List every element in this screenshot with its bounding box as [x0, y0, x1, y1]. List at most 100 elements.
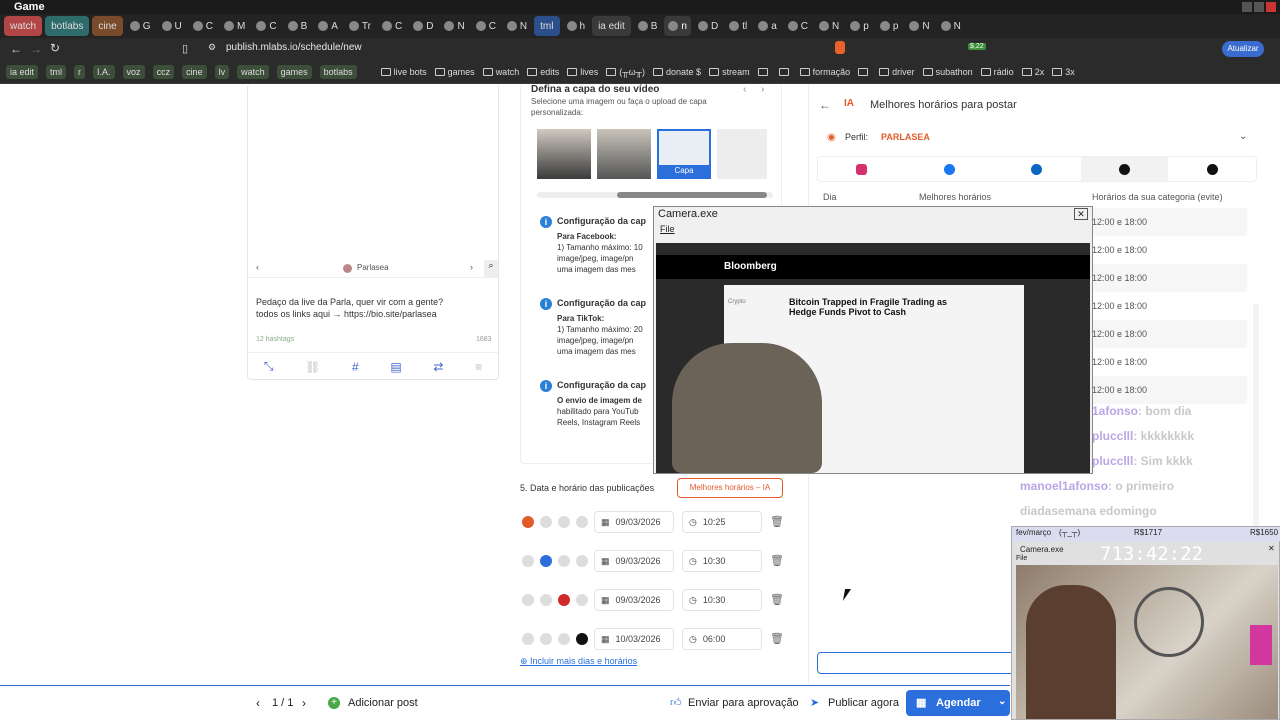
- network-toggle-icon[interactable]: [540, 594, 552, 606]
- bookmark-item[interactable]: edits: [527, 67, 559, 77]
- network-toggle-icon[interactable]: [540, 516, 552, 528]
- network-toggle-icon[interactable]: [540, 633, 552, 645]
- cover-scrollbar[interactable]: [537, 192, 773, 198]
- chevron-down-icon[interactable]: ⌄: [998, 696, 1006, 707]
- network-toggle-icon[interactable]: [522, 633, 534, 645]
- bookmark-item[interactable]: subathon: [922, 67, 973, 77]
- bookmark-item[interactable]: games: [276, 64, 312, 79]
- cover-prev-icon[interactable]: ‹: [743, 84, 746, 95]
- cover-thumbnail[interactable]: [717, 129, 767, 179]
- list-icon[interactable]: ≡: [475, 360, 482, 374]
- trash-icon[interactable]: 🗑︎: [770, 554, 784, 567]
- bookmark-item[interactable]: formação: [799, 67, 850, 77]
- date-field[interactable]: ▦ 09/03/2026: [594, 550, 674, 572]
- tab[interactable]: B: [634, 16, 662, 36]
- bookmark-item[interactable]: watch: [237, 64, 269, 79]
- bookmark-item[interactable]: watch: [482, 67, 519, 77]
- time-field[interactable]: ◷ 10:30: [682, 550, 762, 572]
- network-toggle-icon[interactable]: [576, 594, 588, 606]
- network-toggle-icon[interactable]: [522, 516, 534, 528]
- repeat-icon[interactable]: ⇄: [433, 360, 443, 374]
- tab[interactable]: N: [815, 16, 843, 36]
- tab[interactable]: N: [503, 16, 531, 36]
- bookmark-item[interactable]: rádio: [980, 67, 1014, 77]
- tab[interactable]: C: [784, 16, 812, 36]
- panel-input[interactable]: [817, 652, 1017, 674]
- tab[interactable]: tml: [534, 16, 560, 36]
- cover-thumbnail[interactable]: [537, 129, 591, 179]
- network-toggle-icon[interactable]: [576, 555, 588, 567]
- time-field[interactable]: ◷ 06:00: [682, 628, 762, 650]
- chevron-down-icon[interactable]: ⌄: [1239, 131, 1247, 142]
- tab[interactable]: C: [252, 16, 280, 36]
- date-field[interactable]: ▦ 09/03/2026: [594, 511, 674, 533]
- brave-shield-icon[interactable]: [835, 41, 845, 54]
- tab[interactable]: a: [754, 16, 781, 36]
- file-menu[interactable]: File: [660, 224, 675, 234]
- tab[interactable]: C: [189, 16, 217, 36]
- close-icon[interactable]: ✕: [1074, 208, 1088, 220]
- bookmark-item[interactable]: games: [434, 67, 475, 77]
- maximize-icon[interactable]: [1254, 2, 1264, 12]
- close-icon[interactable]: ✕: [1268, 544, 1275, 553]
- publish-now-button[interactable]: Publicar agora: [828, 697, 899, 709]
- tab[interactable]: G: [126, 16, 155, 36]
- tab[interactable]: N: [905, 16, 933, 36]
- network-toggle-icon[interactable]: [522, 594, 534, 606]
- file-menu[interactable]: File: [1016, 555, 1027, 562]
- tab-threads[interactable]: [1168, 157, 1256, 181]
- trash-icon[interactable]: 🗑︎: [770, 632, 784, 645]
- tab[interactable]: watch: [4, 16, 43, 36]
- add-more-dates-link[interactable]: ⊕ Incluir mais dias e horários: [520, 656, 637, 667]
- network-toggle-icon[interactable]: [558, 633, 570, 645]
- link-icon[interactable]: ⛓: [305, 360, 320, 374]
- bookmark-item[interactable]: stream: [709, 67, 750, 77]
- schedule-button[interactable]: ▦ Agendar ⌄: [906, 690, 1010, 716]
- add-post-button[interactable]: Adicionar post: [348, 697, 418, 709]
- bookmark-item[interactable]: driver: [879, 67, 915, 77]
- preview-prev-icon[interactable]: ‹: [256, 262, 259, 272]
- rewards-badge[interactable]: $,22: [968, 43, 986, 50]
- back-icon[interactable]: ←: [10, 42, 22, 56]
- tab[interactable]: A: [314, 16, 342, 36]
- bookmark-item[interactable]: lv: [214, 64, 230, 79]
- forward-icon[interactable]: →: [30, 42, 42, 56]
- collapse-icon[interactable]: ⤡: [264, 359, 274, 374]
- tab[interactable]: ia edit: [592, 16, 631, 36]
- tab[interactable]: N: [937, 16, 965, 36]
- time-field[interactable]: ◷ 10:30: [682, 589, 762, 611]
- tab-instagram[interactable]: [818, 157, 906, 181]
- document-icon[interactable]: ▤: [390, 360, 401, 374]
- bookmark-item[interactable]: botlabs: [319, 64, 357, 79]
- bookmark-item[interactable]: ia edit: [6, 64, 39, 79]
- trash-icon[interactable]: 🗑︎: [770, 515, 784, 528]
- send-approval-button[interactable]: Enviar para aprovação: [688, 697, 799, 709]
- bookmark-item[interactable]: tml: [46, 64, 67, 79]
- bookmark-item[interactable]: [778, 67, 792, 76]
- tab[interactable]: C: [472, 16, 500, 36]
- network-toggle-icon[interactable]: [540, 555, 552, 567]
- tab[interactable]: D: [694, 16, 722, 36]
- bookmark-page-icon[interactable]: ▯: [182, 42, 188, 55]
- tab-tiktok[interactable]: [1080, 157, 1169, 181]
- tab[interactable]: C: [378, 16, 406, 36]
- trash-icon[interactable]: 🗑︎: [770, 593, 784, 606]
- cover-thumbnail[interactable]: [597, 129, 651, 179]
- update-button[interactable]: Atualizar: [1222, 41, 1264, 57]
- tab[interactable]: p: [846, 16, 873, 36]
- bookmark-item[interactable]: donate $: [653, 67, 701, 77]
- network-toggle-icon[interactable]: [558, 594, 570, 606]
- next-page-icon[interactable]: ›: [302, 696, 306, 710]
- tab[interactable]: cine: [92, 16, 123, 36]
- network-toggle-icon[interactable]: [522, 555, 534, 567]
- search-icon[interactable]: ⌕: [484, 260, 498, 277]
- site-info-icon[interactable]: ⚙: [208, 42, 216, 53]
- ai-best-times-button[interactable]: Melhores horários – IA: [677, 478, 783, 498]
- hashtag-icon[interactable]: #: [352, 360, 359, 374]
- bookmark-item[interactable]: live bots: [380, 67, 427, 77]
- time-field[interactable]: ◷ 10:25: [682, 511, 762, 533]
- bookmark-item[interactable]: (╥ω╥): [606, 67, 645, 77]
- tab-linkedin[interactable]: [993, 157, 1081, 181]
- tab[interactable]: M: [220, 16, 249, 36]
- bookmark-item[interactable]: r: [74, 64, 86, 79]
